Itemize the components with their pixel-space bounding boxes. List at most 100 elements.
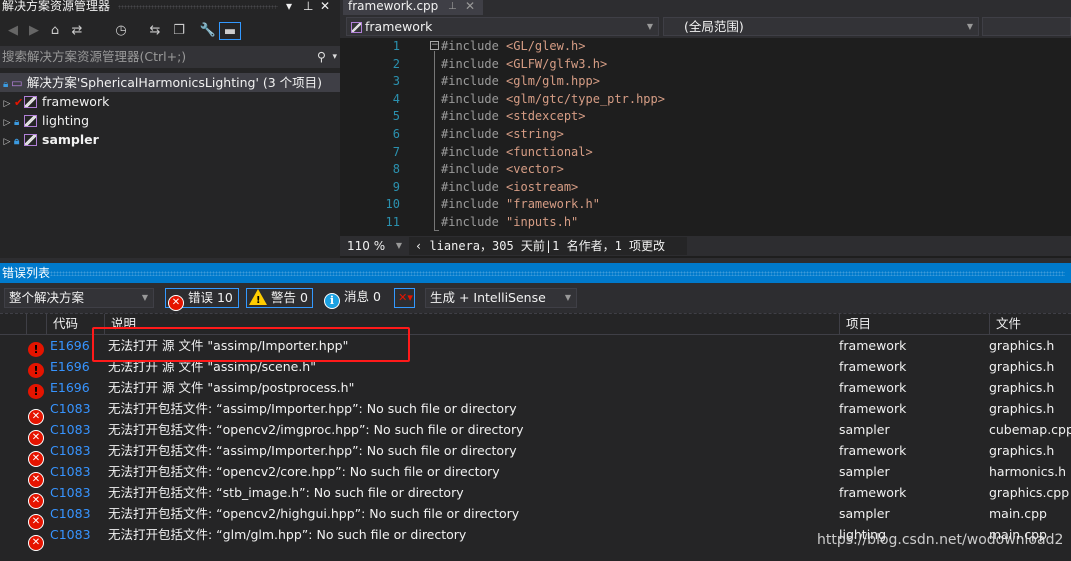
error-project: sampler xyxy=(839,422,890,437)
error-row[interactable]: ✕ C1083 无法打开包括文件: “assimp/Importer.hpp”: N… xyxy=(0,440,1071,467)
errors-filter-button[interactable]: ✕ 错误 10 xyxy=(165,288,239,311)
dropdown-value: 整个解决方案 xyxy=(9,290,85,305)
column-header-suppression[interactable] xyxy=(26,314,46,335)
solution-explorer: 解决方案资源管理器 ▾ ⊥ ✕ ◀ ▶ ⌂ ⇄ ◷ ⇆ ❐ 🔧 ▬ 搜索解决方案… xyxy=(0,0,340,258)
solution-node[interactable]: 🔒︎ ▭ 解决方案'SphericalHarmonicsLighting' (3 个… xyxy=(0,73,340,92)
error-description: 无法打开包括文件: “glm/glm.hpp”: No such file or… xyxy=(108,527,467,542)
error-row[interactable]: ✕ C1083 无法打开包括文件: “assimp/Importer.hpp”: N… xyxy=(0,398,1071,425)
scope-dropdown[interactable]: (全局范围) ▼ xyxy=(663,17,979,36)
back-icon[interactable]: ◀ xyxy=(4,22,22,40)
scope-filter-dropdown[interactable]: 整个解决方案 ▼ xyxy=(4,288,154,308)
error-code-link[interactable]: C1083 xyxy=(50,419,91,440)
line-number: 2 xyxy=(392,56,400,71)
error-row[interactable]: ! E1696 无法打开 源 文件 "assimp/postprocess.h" fr… xyxy=(0,377,1071,399)
code-line[interactable]: #include <functional> xyxy=(441,145,593,159)
collapse-all-icon[interactable]: ❐ xyxy=(170,22,188,40)
properties-wrench-icon[interactable]: 🔧 xyxy=(199,22,217,40)
error-project: sampler xyxy=(839,464,890,479)
messages-filter-button[interactable]: i 消息 0 xyxy=(322,288,384,309)
code-line[interactable]: #include <GLFW/glfw3.h> xyxy=(441,57,607,71)
navigation-bar: framework ▼ (全局范围) ▼ xyxy=(340,15,1071,38)
error-code-link[interactable]: C1083 xyxy=(50,461,91,482)
code-line[interactable]: #include <glm/gtc/type_ptr.hpp> xyxy=(441,92,665,106)
include-path: <GLFW/glfw3.h> xyxy=(506,56,608,71)
error-row[interactable]: ✕ C1083 无法打开包括文件: “opencv2/highgui.hpp”: N… xyxy=(0,503,1071,530)
title-grip[interactable] xyxy=(118,5,278,9)
pending-changes-filter-icon[interactable]: ◷ xyxy=(112,22,130,40)
zoom-dropdown[interactable]: 110 % ▼ xyxy=(344,238,404,255)
line-number: 10 xyxy=(385,197,400,212)
error-description: 无法打开包括文件: “assimp/Importer.hpp”: No such… xyxy=(108,443,517,458)
clear-filter-icon[interactable]: ✕▾ xyxy=(394,288,415,308)
code-line[interactable]: #include <GL/glew.h> xyxy=(441,39,586,53)
code-line[interactable]: #include <string> xyxy=(441,127,564,141)
error-project: framework xyxy=(839,443,907,458)
include-path: <glm/glm.hpp> xyxy=(506,74,600,89)
tab-framework-cpp[interactable]: framework.cpp ⊥ ✕ xyxy=(343,0,483,15)
column-header-severity[interactable] xyxy=(0,314,26,335)
close-tab-icon[interactable]: ✕ xyxy=(465,0,475,13)
close-icon[interactable]: ✕ xyxy=(320,0,330,13)
error-code-link[interactable]: E1696 xyxy=(50,356,90,377)
messages-count: 消息 0 xyxy=(343,289,381,304)
code-line[interactable]: #include <stdexcept> xyxy=(441,109,586,123)
preprocessor-directive: #include xyxy=(441,162,507,177)
project-dropdown[interactable]: framework ▼ xyxy=(346,17,659,36)
error-file: cubemap.cpp xyxy=(989,422,1071,437)
code-line[interactable]: #include "inputs.h" xyxy=(441,215,578,229)
code-line[interactable]: #include <glm/glm.hpp> xyxy=(441,74,600,88)
error-file: graphics.cpp xyxy=(989,485,1070,500)
warnings-filter-button[interactable]: ! 警告 0 xyxy=(246,288,313,308)
error-row[interactable]: ✕ C1083 无法打开包括文件: “opencv2/imgproc.hpp”: N… xyxy=(0,419,1071,446)
switch-views-icon[interactable]: ⇄ xyxy=(68,22,86,40)
tree-item-framework[interactable]: ▷ ✔ framework xyxy=(0,92,340,111)
chevron-down-icon: ▼ xyxy=(564,293,571,302)
forward-icon[interactable]: ▶ xyxy=(25,22,43,40)
search-input[interactable]: 搜索解决方案资源管理器(Ctrl+;) ⚲ ▾ xyxy=(0,46,340,68)
error-row[interactable]: ✕ C1083 无法打开包括文件: “stb_image.h”: No such f… xyxy=(0,482,1071,509)
code-line[interactable]: #include "framework.h" xyxy=(441,197,600,211)
pin-icon[interactable]: ⊥ xyxy=(448,0,457,13)
line-number: 11 xyxy=(385,215,400,229)
error-code-link[interactable]: C1083 xyxy=(50,482,91,503)
error-description: 无法打开包括文件: “stb_image.h”: No such file or… xyxy=(108,485,464,500)
home-icon[interactable]: ⌂ xyxy=(46,22,64,40)
column-header-file[interactable]: 文件 xyxy=(989,314,1071,335)
preprocessor-directive: #include xyxy=(441,74,507,89)
error-code-link[interactable]: C1083 xyxy=(50,524,91,545)
code-area[interactable]: 1 #include <GL/glew.h> 2 #include <GLFW/glf… xyxy=(340,38,1071,236)
build-source-dropdown[interactable]: 生成 + IntelliSense ▼ xyxy=(425,288,577,308)
dropdown-value: 生成 + IntelliSense xyxy=(430,290,546,305)
codelens-authors[interactable]: ‹ lianera，305 天前|1 名作者，1 项更改 xyxy=(409,237,687,255)
header-label: 文件 xyxy=(996,316,1022,331)
tree-item-sampler[interactable]: ▷ 🔒︎ sampler xyxy=(0,130,340,149)
code-line[interactable]: #include <iostream> xyxy=(441,180,578,194)
collapse-region-icon[interactable]: − xyxy=(430,41,439,50)
member-dropdown[interactable] xyxy=(982,17,1071,36)
error-code-link[interactable]: E1696 xyxy=(50,335,90,356)
zoom-value: 110 % xyxy=(347,239,386,253)
include-path: <stdexcept> xyxy=(506,109,586,124)
chevron-down-icon: ▼ xyxy=(141,293,148,302)
preview-selected-icon[interactable]: ▬ xyxy=(219,22,241,40)
expand-arrow-icon[interactable]: ▷ xyxy=(0,133,14,152)
title-grip[interactable] xyxy=(50,271,1065,276)
search-icon[interactable]: ⚲ xyxy=(317,46,326,68)
code-line[interactable]: #include <vector> xyxy=(441,162,564,176)
column-header-project[interactable]: 项目 xyxy=(839,314,989,335)
error-description: 无法打开包括文件: “opencv2/highgui.hpp”: No such… xyxy=(108,506,520,521)
error-code-link[interactable]: C1083 xyxy=(50,398,91,419)
tree-item-lighting[interactable]: ▷ 🔒︎ lighting xyxy=(0,111,340,130)
project-icon xyxy=(24,115,37,127)
dropdown-icon[interactable]: ▾ xyxy=(286,0,292,13)
error-row[interactable]: ✕ C1083 无法打开包括文件: “opencv2/core.hpp”: No s… xyxy=(0,461,1071,488)
sync-icon[interactable]: ⇆ xyxy=(146,22,164,40)
pin-icon[interactable]: ⊥ xyxy=(303,0,313,13)
project-label: lighting xyxy=(42,113,90,128)
line-number: 1 xyxy=(392,39,400,53)
search-options-icon[interactable]: ▾ xyxy=(332,46,337,68)
error-code-link[interactable]: C1083 xyxy=(50,503,91,524)
error-code-link[interactable]: E1696 xyxy=(50,377,90,398)
error-code-link[interactable]: C1083 xyxy=(50,440,91,461)
preprocessor-directive: #include xyxy=(441,144,507,159)
